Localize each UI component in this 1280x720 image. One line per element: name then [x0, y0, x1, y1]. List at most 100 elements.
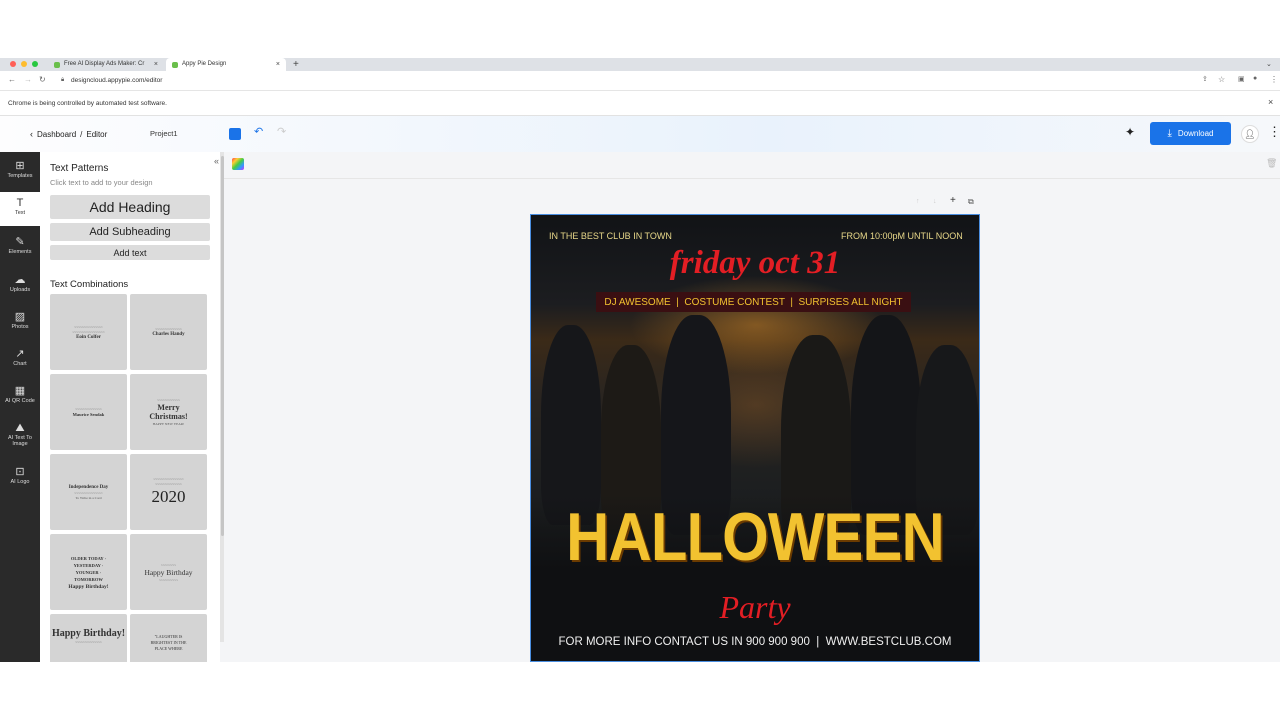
rail-item-uploads[interactable]: ☁︎ Uploads [0, 270, 40, 304]
templates-icon: ⊞ [15, 160, 25, 172]
rail-label: Text [14, 210, 26, 216]
rail-item-ai-logo[interactable]: ⊡ AI Logo [0, 462, 40, 496]
back-icon[interactable]: ← [8, 75, 16, 84]
share-icon[interactable]: ⇪ [1202, 75, 1208, 83]
undo-icon[interactable]: ↶ [254, 125, 263, 138]
breadcrumb-separator: / [80, 129, 83, 139]
rail-label: Templates [7, 173, 33, 179]
rail-item-templates[interactable]: ⊞ Templates [0, 156, 40, 190]
browser-tab[interactable]: Free AI Display Ads Maker: Cr × [48, 58, 164, 71]
automation-notice-text: Chrome is being controlled by automated … [8, 100, 167, 107]
qr-code-icon: ▦ [14, 385, 26, 397]
account-icon[interactable]: 👤︎ [1241, 125, 1259, 143]
move-down-icon[interactable]: ↓ [933, 198, 937, 205]
card-sub-text: HAPPY NEW YEAR! [152, 422, 185, 426]
text-combination-card[interactable]: Independence Day ~~~~~~~~~~~~~~~ To Writ… [50, 454, 127, 530]
flyer-top-right-text[interactable]: FROM 10:00pM UNTIL NOON [841, 231, 963, 241]
editor-header: ‹ Dashboard / Editor Project1 ↶ ↷ ✦ ⤓ Do… [0, 116, 1280, 152]
close-window-button[interactable] [10, 61, 16, 67]
text-combination-card[interactable]: ~~~~~~~~ Happy Birthday ~~~~~~~~~~ [130, 534, 207, 610]
text-combination-card[interactable]: Happy Birthday! ~~~~~~~~~~~~~~ [50, 614, 127, 662]
flyer-lineup-text[interactable]: DJ AWESOME | COSTUME CONTEST | SURPISES … [596, 297, 911, 308]
tab-bar: Free AI Display Ads Maker: Cr × Appy Pie… [0, 58, 1280, 71]
more-menu-icon[interactable]: ⋮ [1268, 124, 1280, 140]
bookmark-star-icon[interactable]: ☆ [1218, 75, 1225, 84]
download-icon: ⤓ [1167, 128, 1172, 139]
tab-list-chevron-icon[interactable]: ⌄ [1266, 58, 1272, 71]
text-combination-card[interactable]: ~~~~~~~~~~~~~~ Maurice Sendak [50, 374, 127, 450]
rail-item-chart[interactable]: ↗ Chart [0, 344, 40, 378]
text-combination-card[interactable]: "LAUGHTER IS BRIGHTEST IN THE PLACE WHER… [130, 614, 207, 662]
maximize-window-button[interactable] [32, 61, 38, 67]
card-quote-line: ~~~~~~~~~~~~~~~ [74, 324, 103, 329]
card-main-text: "LAUGHTER IS BRIGHTEST IN THE PLACE WHER… [150, 634, 187, 651]
back-chevron-icon[interactable]: ‹ [30, 129, 33, 139]
browser-menu-icon[interactable]: ⋮ [1270, 75, 1278, 84]
text-combination-card[interactable]: ~~~~~~~~~~~~~~~~ ~~~~~~~~~~~~~~ 2020 [130, 454, 207, 530]
text-combination-card[interactable]: OLDER TODAY · YESTERDAY · YOUNGER · TOMO… [50, 534, 127, 610]
add-subheading-button[interactable]: Add Subheading [50, 223, 210, 241]
save-icon[interactable] [229, 128, 241, 140]
lock-icon: 🔒︎ [61, 77, 65, 83]
url-field[interactable]: designcloud.appypie.com/editor [71, 75, 162, 87]
automation-infobar: Chrome is being controlled by automated … [0, 91, 1280, 116]
text-combination-card[interactable]: ~~~~~~~~~~~~~~~ ~~~~~~~~~~~~~~~~~ Eoin C… [50, 294, 127, 370]
text-combination-card[interactable]: ~~~~~~~~~~~~~~ Charles Handy [130, 294, 207, 370]
tab-title: Free AI Display Ads Maker: Cr [64, 61, 145, 67]
rail-item-elements[interactable]: ✎ Elements [0, 232, 40, 266]
photos-icon: ▨ [14, 311, 26, 323]
move-up-icon[interactable]: ↑ [916, 198, 920, 205]
rail-item-qr-code[interactable]: ▦ AI QR Code [0, 381, 40, 415]
flyer-title-text[interactable]: HALLOWEEN [558, 498, 952, 576]
close-tab-icon[interactable]: × [276, 58, 280, 71]
combinations-title: Text Combinations [50, 279, 129, 290]
flyer-top-left-text[interactable]: IN THE BEST CLUB IN TOWN [549, 231, 672, 241]
rail-item-text[interactable]: T Text [0, 192, 40, 226]
rail-label: Chart [13, 361, 27, 367]
card-main-text: Happy Birthday! [51, 628, 126, 639]
favicon-icon [172, 61, 178, 68]
rail-label: Uploads [9, 287, 31, 293]
minimize-window-button[interactable] [21, 61, 27, 67]
breadcrumb: ‹ Dashboard / Editor [30, 129, 107, 139]
redo-icon[interactable]: ↷ [277, 125, 286, 138]
trash-icon[interactable]: 🗑︎ [1266, 158, 1277, 169]
rail-item-photos[interactable]: ▨ Photos [0, 307, 40, 341]
toolbar-divider [224, 178, 1280, 179]
add-heading-button[interactable]: Add Heading [50, 195, 210, 219]
add-page-icon[interactable]: + [950, 195, 956, 206]
card-main-text: 2020 [151, 487, 186, 506]
forward-icon[interactable]: → [24, 75, 32, 84]
card-main-text: Happy Birthday [144, 567, 193, 577]
uploads-icon: ☁︎ [14, 274, 26, 286]
card-quote-line: ~~~~~~~~~~~~~~ [155, 482, 182, 486]
reload-icon[interactable]: ↻ [39, 75, 46, 84]
flyer-party-text[interactable]: Party [531, 589, 979, 626]
close-infobar-icon[interactable]: × [1268, 97, 1273, 107]
browser-tab-active[interactable]: Appy Pie Design × [166, 58, 286, 71]
new-tab-icon[interactable]: + [293, 58, 299, 71]
profile-icon[interactable]: ● [1253, 75, 1257, 82]
card-quote-line: ~~~~~~~~~~~~~~~ [74, 490, 103, 495]
sidebar-icon[interactable]: ▣ [1238, 75, 1245, 83]
duplicate-page-icon[interactable]: ⧉ [968, 197, 974, 207]
download-button[interactable]: ⤓ Download [1150, 122, 1231, 145]
card-quote-line: ~~~~~~~~~~~~~~ [75, 640, 102, 644]
flyer-date-text[interactable]: friday oct 31 [531, 245, 979, 282]
collapse-panel-icon[interactable]: « [214, 156, 219, 166]
card-quote-line: ~~~~~~~~~~~~~~~~ [153, 477, 184, 481]
text-icon: T [16, 197, 24, 209]
halloween-flyer-canvas[interactable]: IN THE BEST CLUB IN TOWN FROM 10:00pM UN… [530, 214, 980, 662]
rail-item-ai-text-to-image[interactable]: ⛰︎ AI Text To Image [0, 418, 40, 458]
add-text-button[interactable]: Add text [50, 245, 210, 260]
color-palette-icon[interactable] [232, 158, 244, 170]
magic-sparkle-icon[interactable]: ✦ [1125, 125, 1135, 139]
close-tab-icon[interactable]: × [154, 58, 158, 71]
breadcrumb-dashboard-link[interactable]: Dashboard [37, 130, 76, 139]
text-combination-card[interactable]: ~~~~~~~~~~~~ Merry Christmas! HAPPY NEW … [130, 374, 207, 450]
card-quote-line: ~~~~~~~~ [160, 562, 177, 567]
chart-icon: ↗ [15, 348, 25, 360]
project-name-input[interactable]: Project1 [150, 129, 178, 138]
rail-label: AI Logo [10, 479, 30, 485]
flyer-footer-text[interactable]: FOR MORE INFO CONTACT US IN 900 900 900 … [531, 636, 979, 648]
